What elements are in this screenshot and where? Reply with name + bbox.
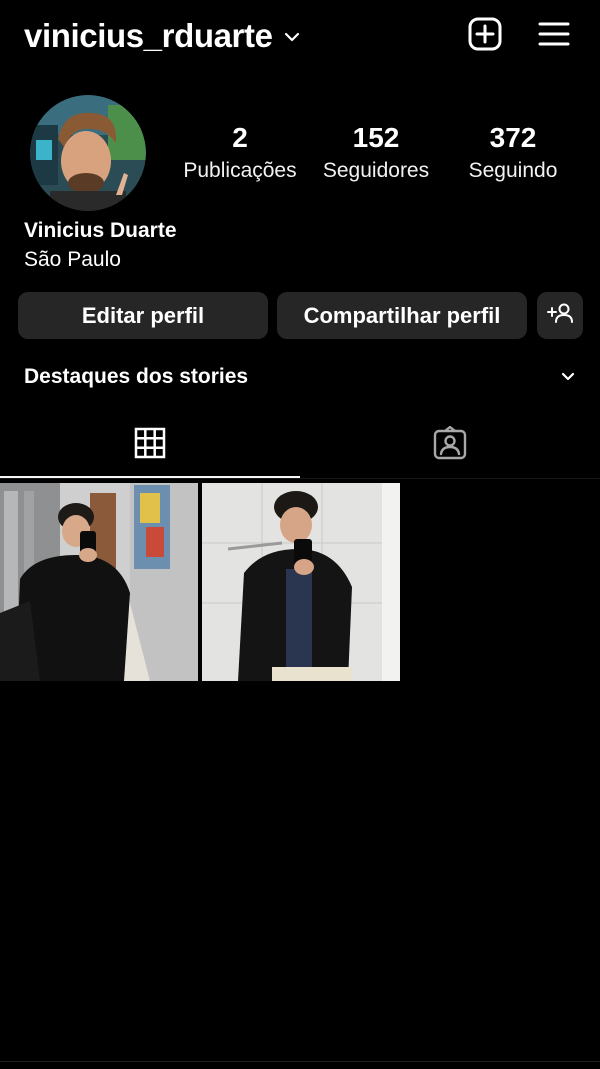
menu-button[interactable]	[535, 17, 573, 55]
share-profile-button[interactable]: Compartilhar perfil	[277, 292, 527, 339]
chevron-down-icon	[283, 28, 301, 46]
display-name: Vinicius Duarte	[24, 219, 177, 242]
stat-following[interactable]: 372 Seguindo	[438, 120, 588, 186]
hamburger-menu-icon	[537, 19, 571, 54]
grid-icon	[134, 427, 166, 464]
tab-tagged[interactable]	[300, 413, 600, 477]
username-switcher[interactable]: vinicius_rduarte	[24, 14, 301, 58]
top-bar: vinicius_rduarte	[0, 0, 600, 72]
following-count: 372	[489, 122, 537, 153]
story-highlights-toggle[interactable]: Destaques dos stories	[24, 362, 584, 392]
edit-profile-button[interactable]: Editar perfil	[18, 292, 268, 339]
following-label: Seguindo	[468, 159, 558, 182]
discover-people-button[interactable]	[537, 292, 583, 339]
tagged-user-icon	[433, 425, 467, 465]
tab-posts-grid[interactable]	[0, 413, 300, 477]
stat-posts[interactable]: 2 Publicações	[165, 120, 315, 186]
posts-count: 2	[232, 122, 248, 153]
new-post-button[interactable]	[466, 17, 504, 55]
followers-label: Seguidores	[322, 159, 430, 182]
chevron-down-icon	[560, 369, 576, 385]
tab-divider	[0, 478, 600, 479]
profile-username: vinicius_rduarte	[24, 17, 273, 54]
highlights-title: Destaques dos stories	[24, 365, 249, 388]
post-thumbnail[interactable]	[202, 483, 400, 681]
profile-screen: vinicius_rduarte 2 Publicações 152 Segui…	[0, 0, 600, 1069]
profile-location: São Paulo	[24, 248, 121, 271]
add-person-icon	[546, 301, 574, 331]
stat-followers[interactable]: 152 Seguidores	[301, 120, 451, 186]
plus-square-icon	[467, 16, 503, 57]
profile-avatar[interactable]	[30, 95, 146, 211]
bottom-divider	[0, 1061, 600, 1062]
post-thumbnail[interactable]	[0, 483, 198, 681]
posts-label: Publicações	[183, 159, 297, 182]
followers-count: 152	[352, 122, 400, 153]
